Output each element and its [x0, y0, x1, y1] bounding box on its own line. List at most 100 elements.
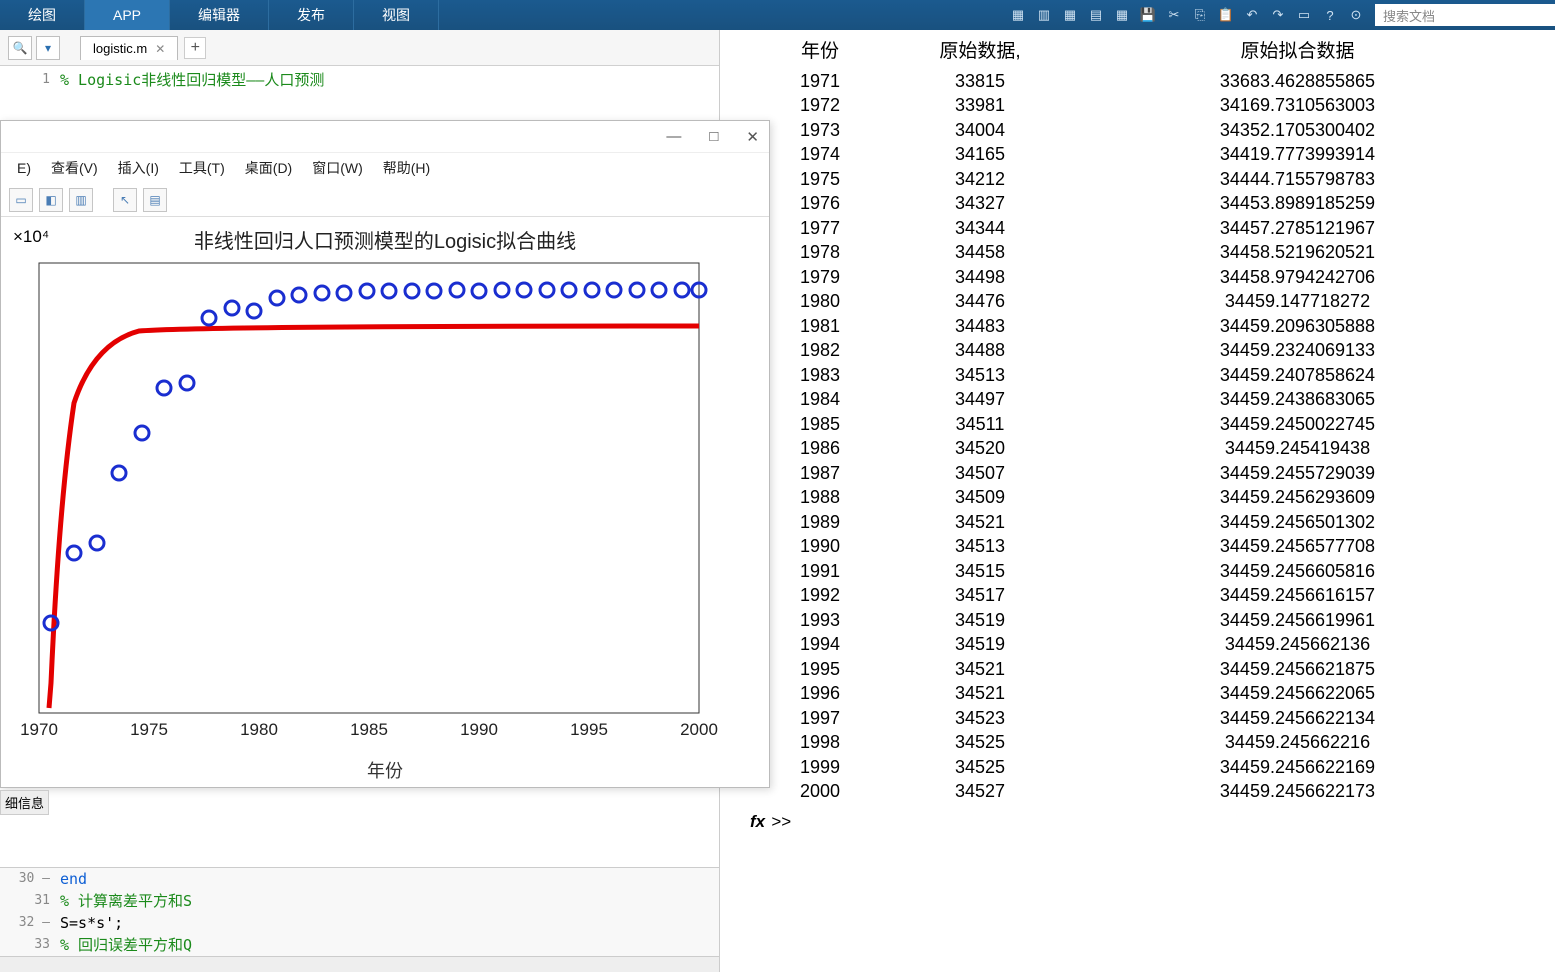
minimize-icon[interactable]: —: [666, 128, 681, 145]
add-tab-button[interactable]: +: [184, 37, 206, 59]
table-row: 19803447634459.147718272: [750, 289, 1525, 314]
table-row: 19793449834458.9794242706: [750, 265, 1525, 290]
table-row: 19833451334459.2407858624: [750, 363, 1525, 388]
table-row: 19853451134459.2450022745: [750, 412, 1525, 437]
table-row: 19893452134459.2456501302: [750, 510, 1525, 535]
x-ticks: 197019751980 198519901995 2000: [20, 720, 718, 739]
pointer-icon[interactable]: ↖: [113, 188, 137, 212]
editor-tab-bar: logistic.m ✕ +: [70, 30, 719, 66]
line-number: 1: [0, 68, 60, 92]
dock-icon[interactable]: ◧: [39, 188, 63, 212]
ribbon-tab-app[interactable]: APP: [85, 0, 170, 30]
table-row: 19873450734459.2455729039: [750, 461, 1525, 486]
maximize-icon[interactable]: □: [709, 128, 718, 145]
editor-area[interactable]: 1 % Logisic非线性回归模型——人口预测: [0, 68, 719, 94]
ribbon-tab-editor[interactable]: 编辑器: [170, 0, 269, 30]
window-icon[interactable]: ▭: [1293, 4, 1315, 26]
editor-bottom[interactable]: 30 —end31 % 计算离差平方和S32 —S=s*s';33 % 回归误差…: [0, 867, 719, 972]
svg-text:1970: 1970: [20, 720, 58, 739]
code-line: 33 % 回归误差平方和Q: [0, 934, 719, 956]
table-row: 19923451734459.2456616157: [750, 583, 1525, 608]
ribbon: 绘图 APP 编辑器 发布 视图 ▦ ▥ ▦ ▤ ▦ 💾 ✂ ⎘ 📋 ↶ ↷ ▭…: [0, 0, 1555, 30]
table-row: 19973452334459.2456622134: [750, 706, 1525, 731]
table-row: 20003452734459.2456622173: [750, 779, 1525, 804]
code-line: 32 —S=s*s';: [0, 912, 719, 934]
table-row: 19753421234444.7155798783: [750, 167, 1525, 192]
copy-icon[interactable]: ⎘: [1189, 4, 1211, 26]
figure-menu-bar: E) 查看(V) 插入(I) 工具(T) 桌面(D) 窗口(W) 帮助(H): [1, 153, 769, 183]
table-row: 19963452134459.2456622065: [750, 681, 1525, 706]
figure-toolbar: ▭ ◧ ▥ ↖ ▤: [1, 183, 769, 217]
table-row: 19993452534459.2456622169: [750, 755, 1525, 780]
menu-desktop[interactable]: 桌面(D): [237, 158, 300, 178]
undo-icon[interactable]: ↶: [1241, 4, 1263, 26]
figure-window: — □ ✕ E) 查看(V) 插入(I) 工具(T) 桌面(D) 窗口(W) 帮…: [0, 120, 770, 788]
table-row: 19763432734453.8989185259: [750, 191, 1525, 216]
redo-icon[interactable]: ↷: [1267, 4, 1289, 26]
plot-area[interactable]: ×10⁴ 非线性回归人口预测模型的Logisic拟合曲线: [1, 217, 769, 787]
table-row: 19743416534419.7773993914: [750, 142, 1525, 167]
menu-edit[interactable]: E): [9, 160, 39, 176]
file-tab-logistic[interactable]: logistic.m ✕: [80, 36, 178, 60]
table-row: 19813448334459.2096305888: [750, 314, 1525, 339]
x-axis-label: 年份: [367, 757, 403, 783]
table-row: 19883450934459.2456293609: [750, 485, 1525, 510]
table-header: 年份 原始数据, 原始拟合数据: [750, 40, 1525, 65]
layout-icon-1[interactable]: ▦: [1007, 4, 1029, 26]
command-window[interactable]: 年份 原始数据, 原始拟合数据 19713381533683.462885586…: [720, 30, 1555, 972]
fx-prompt[interactable]: fx>>: [750, 812, 1525, 832]
table-row: 19783445834458.5219620521: [750, 240, 1525, 265]
ribbon-tab-view[interactable]: 视图: [354, 0, 439, 30]
table-row: 19863452034459.245419438: [750, 436, 1525, 461]
inspect-icon[interactable]: ▤: [143, 188, 167, 212]
menu-insert[interactable]: 插入(I): [110, 158, 167, 178]
ribbon-tab-publish[interactable]: 发布: [269, 0, 354, 30]
tab-close-icon[interactable]: ✕: [155, 42, 165, 56]
table-row: 19903451334459.2456577708: [750, 534, 1525, 559]
layout-icon-4[interactable]: ▤: [1085, 4, 1107, 26]
layout-icon-2[interactable]: ▥: [1033, 4, 1055, 26]
search-input[interactable]: 搜索文档: [1375, 4, 1555, 26]
tab-label: logistic.m: [93, 41, 147, 56]
layout-icon-5[interactable]: ▦: [1111, 4, 1133, 26]
svg-text:2000: 2000: [680, 720, 718, 739]
dropdown-icon[interactable]: ▾: [36, 36, 60, 60]
h-scrollbar[interactable]: [0, 956, 719, 972]
close-icon[interactable]: ✕: [746, 128, 759, 146]
dropdown-icon[interactable]: ⊙: [1345, 4, 1367, 26]
code-line: 30 —end: [0, 868, 719, 890]
table-row: 19713381533683.4628855865: [750, 69, 1525, 94]
figure-title-bar[interactable]: — □ ✕: [1, 121, 769, 153]
table-row: 19733400434352.1705300402: [750, 118, 1525, 143]
table-row: 19953452134459.2456621875: [750, 657, 1525, 682]
table-row: 19823448834459.2324069133: [750, 338, 1525, 363]
table-row: 19843449734459.2438683065: [750, 387, 1525, 412]
cut-icon[interactable]: ✂: [1163, 4, 1185, 26]
help-icon[interactable]: ?: [1319, 4, 1341, 26]
menu-view[interactable]: 查看(V): [43, 158, 106, 178]
ribbon-tab-plot[interactable]: 绘图: [0, 0, 85, 30]
menu-tools[interactable]: 工具(T): [171, 158, 233, 178]
menu-window[interactable]: 窗口(W): [304, 158, 371, 178]
svg-text:1980: 1980: [240, 720, 278, 739]
chart-svg: 197019751980 198519901995 2000: [19, 253, 719, 753]
paste-icon[interactable]: 📋: [1215, 4, 1237, 26]
fitted-curve: [49, 326, 699, 708]
table-row: 19773434434457.2785121967: [750, 216, 1525, 241]
table-row: 19723398134169.7310563003: [750, 93, 1525, 118]
svg-text:1995: 1995: [570, 720, 608, 739]
table-row: 19933451934459.2456619961: [750, 608, 1525, 633]
save-icon[interactable]: 💾: [1137, 4, 1159, 26]
layout-icon-3[interactable]: ▦: [1059, 4, 1081, 26]
save-figure-icon[interactable]: ▭: [9, 188, 33, 212]
svg-text:1990: 1990: [460, 720, 498, 739]
svg-text:1975: 1975: [130, 720, 168, 739]
search-icon[interactable]: 🔍: [8, 36, 32, 60]
table-row: 19983452534459.245662216: [750, 730, 1525, 755]
palette-icon[interactable]: ▥: [69, 188, 93, 212]
chart-title: 非线性回归人口预测模型的Logisic拟合曲线: [194, 225, 576, 254]
menu-help[interactable]: 帮助(H): [375, 158, 438, 178]
detail-panel-label[interactable]: 细信息: [0, 790, 49, 815]
code-line: 31 % 计算离差平方和S: [0, 890, 719, 912]
table-row: 19943451934459.245662136: [750, 632, 1525, 657]
